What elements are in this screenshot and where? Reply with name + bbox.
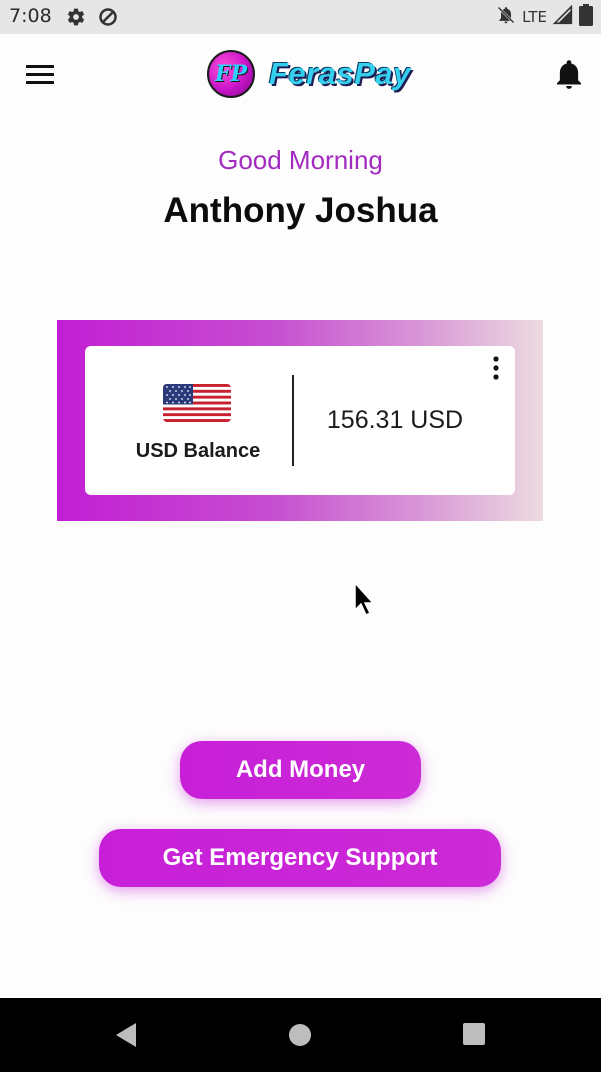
back-icon[interactable]	[114, 1022, 138, 1048]
bell-icon[interactable]	[555, 58, 583, 90]
balance-card[interactable]: USD Balance 156.31 USD	[57, 320, 543, 521]
balance-card-inner: USD Balance 156.31 USD	[85, 346, 515, 495]
network-type: LTE	[522, 8, 547, 26]
signal-icon	[552, 4, 573, 30]
more-vert-icon[interactable]	[489, 355, 503, 381]
card-divider	[292, 375, 294, 466]
notifications-off-icon	[496, 5, 516, 30]
brand-name: FerasPay	[269, 56, 411, 91]
brand-logo-group: FP FerasPay	[207, 50, 411, 98]
mouse-cursor-icon	[354, 581, 376, 618]
us-flag-icon	[163, 384, 231, 422]
system-nav-bar	[0, 998, 601, 1072]
emergency-support-button[interactable]: Get Emergency Support	[99, 829, 501, 887]
menu-icon[interactable]	[26, 63, 54, 87]
home-icon[interactable]	[289, 1024, 311, 1046]
status-time: 7:08	[9, 5, 52, 27]
status-bar: 7:08 LTE	[0, 0, 601, 34]
vpn-icon	[98, 7, 118, 27]
status-right-group: LTE	[496, 3, 593, 31]
user-name: Anthony Joshua	[163, 191, 438, 230]
add-money-button[interactable]: Add Money	[180, 741, 421, 799]
battery-icon	[579, 3, 593, 31]
balance-amount: 156.31 USD	[326, 406, 464, 434]
balance-label: USD Balance	[135, 440, 261, 462]
brand-logo: FP	[207, 50, 255, 98]
recents-icon[interactable]	[463, 1023, 485, 1045]
gear-icon	[66, 7, 86, 27]
greeting-text: Good Morning	[218, 145, 383, 175]
